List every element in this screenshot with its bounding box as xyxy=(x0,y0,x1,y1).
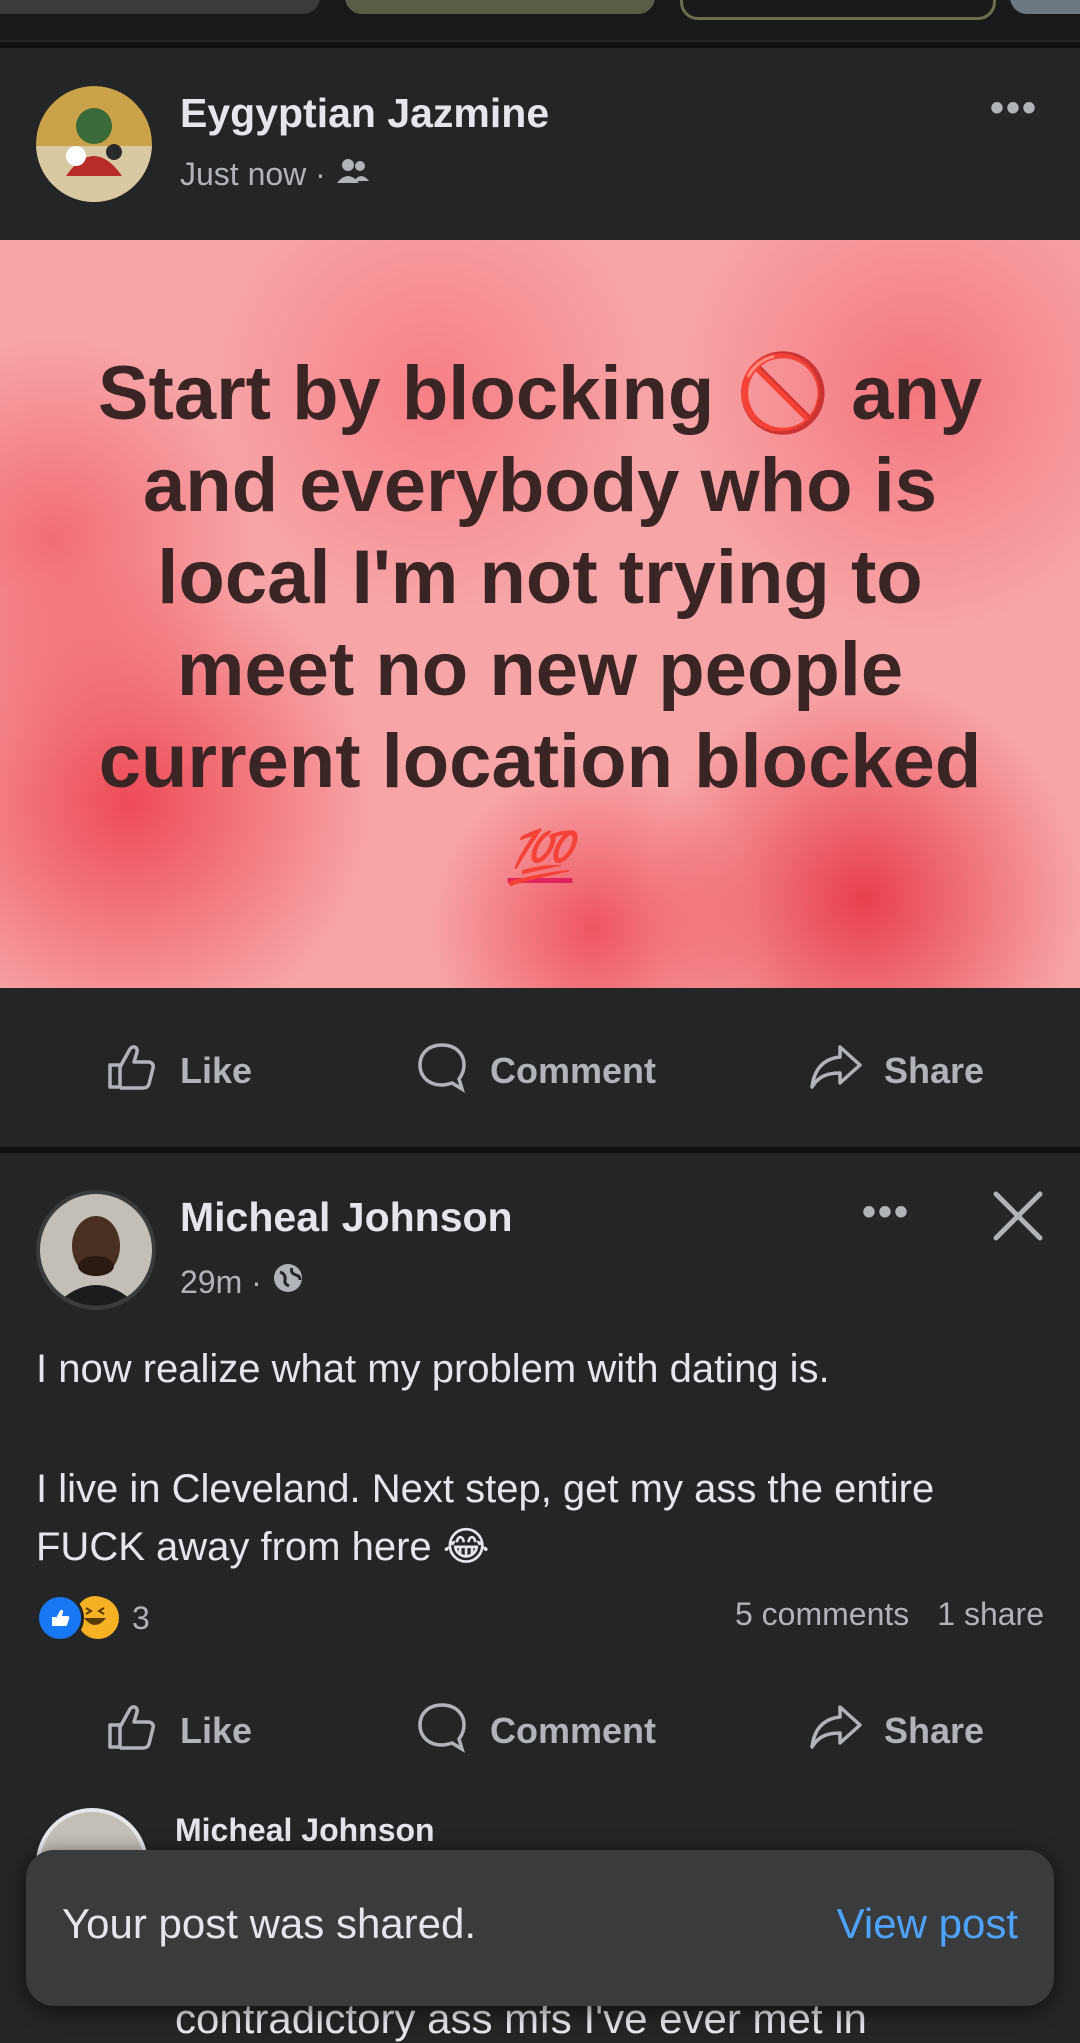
comment-label: Comment xyxy=(490,1050,657,1091)
comments-count[interactable]: 5 comments xyxy=(735,1596,909,1633)
story-thumbnail[interactable] xyxy=(345,0,655,14)
share-arrow-icon xyxy=(806,1697,866,1766)
reactions-summary[interactable]: 3 xyxy=(36,1594,150,1642)
friends-icon xyxy=(336,156,370,193)
post-timestamp[interactable]: 29m · xyxy=(180,1264,262,1301)
comment-button[interactable]: Comment xyxy=(412,1691,656,1771)
globe-icon xyxy=(272,1262,304,1302)
thumbs-up-icon xyxy=(102,1037,162,1106)
post-background-text: Start by blocking 🚫 any and everybody wh… xyxy=(60,348,1020,904)
comment-icon xyxy=(412,1037,472,1106)
comment-icon xyxy=(412,1697,472,1766)
comment-label: Comment xyxy=(490,1710,657,1751)
share-arrow-icon xyxy=(806,1037,866,1106)
like-button[interactable]: Like xyxy=(102,1031,252,1111)
feed-divider xyxy=(0,1147,1080,1153)
share-label: Share xyxy=(884,1050,985,1091)
stories-strip xyxy=(0,0,1080,40)
engagement-counts: 5 comments 1 share xyxy=(735,1596,1044,1633)
thumbs-up-icon xyxy=(102,1697,162,1766)
story-thumbnail[interactable] xyxy=(1010,0,1080,14)
comment-author-name[interactable]: Micheal Johnson xyxy=(175,1812,435,1849)
like-reaction-icon xyxy=(36,1594,84,1642)
post-body-paragraph: I live in Cleveland. Next step, get my a… xyxy=(36,1467,935,1569)
post-author-name[interactable]: Micheal Johnson xyxy=(180,1194,513,1241)
snackbar: Your post was shared. View post xyxy=(26,1850,1054,2006)
story-thumbnail[interactable] xyxy=(680,0,996,20)
post-menu-button[interactable]: ••• xyxy=(862,1190,910,1235)
post-action-bar: Like Comment Share xyxy=(0,1031,1080,1111)
avatar[interactable] xyxy=(36,1190,156,1310)
post-author-name[interactable]: Eygyptian Jazmine xyxy=(180,90,549,137)
post-menu-button[interactable]: ••• xyxy=(990,86,1038,131)
comment-button[interactable]: Comment xyxy=(412,1031,656,1111)
close-icon[interactable] xyxy=(990,1188,1046,1244)
like-label: Like xyxy=(180,1710,253,1751)
reaction-count: 3 xyxy=(132,1599,150,1636)
post-timestamp[interactable]: Just now · xyxy=(180,156,326,193)
share-label: Share xyxy=(884,1710,985,1751)
post-action-bar: Like Comment Share xyxy=(0,1691,1080,1771)
feed-divider xyxy=(0,42,1080,48)
story-chip[interactable] xyxy=(0,0,320,14)
view-post-link[interactable]: View post xyxy=(837,1900,1018,1948)
share-button[interactable]: Share xyxy=(806,1691,984,1771)
post-body-line: I now realize what my problem with datin… xyxy=(36,1347,830,1391)
post-meta: 29m · xyxy=(180,1262,304,1302)
background-text-post[interactable]: Start by blocking 🚫 any and everybody wh… xyxy=(0,240,1080,988)
like-button[interactable]: Like xyxy=(102,1691,252,1771)
hundred-emoji: 💯 xyxy=(507,829,573,887)
shares-count[interactable]: 1 share xyxy=(937,1596,1044,1633)
like-label: Like xyxy=(180,1050,253,1091)
share-button[interactable]: Share xyxy=(806,1031,984,1111)
snackbar-message: Your post was shared. xyxy=(62,1900,477,1947)
avatar[interactable] xyxy=(36,86,152,202)
post-meta: Just now · xyxy=(180,156,370,193)
